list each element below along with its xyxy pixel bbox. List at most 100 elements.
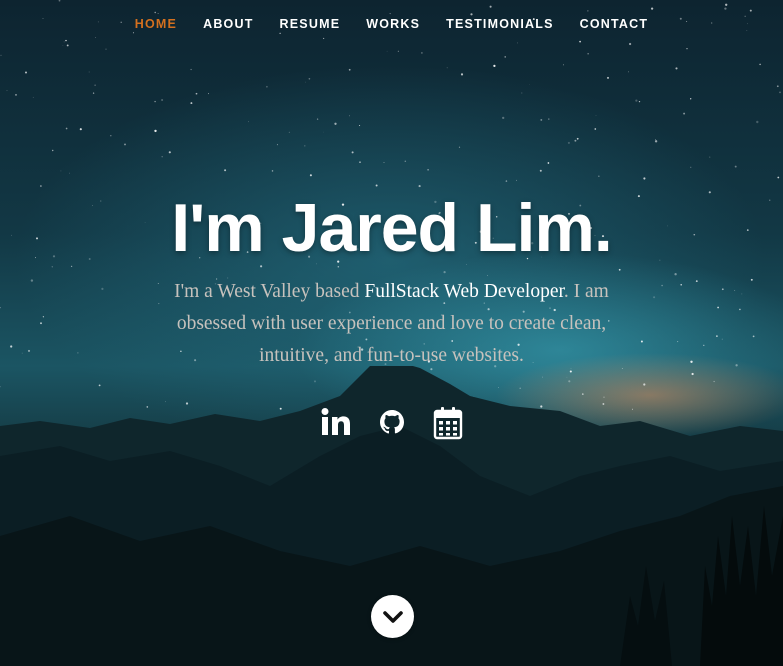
hero-title: I'm Jared Lim. (171, 190, 613, 266)
star (208, 93, 209, 95)
star (734, 165, 737, 168)
star (516, 42, 518, 44)
star (703, 344, 705, 346)
star (493, 64, 496, 68)
star (359, 124, 361, 127)
star (594, 128, 597, 130)
calendar-link[interactable] (433, 406, 463, 440)
star (680, 284, 682, 286)
star (77, 352, 79, 354)
star (21, 352, 23, 354)
star (695, 280, 698, 283)
nav-contact[interactable]: CONTACT (580, 16, 649, 32)
star (677, 341, 679, 343)
star (132, 32, 135, 34)
calendar-icon (433, 407, 462, 440)
star (101, 287, 104, 290)
star (721, 338, 723, 340)
star (42, 316, 45, 318)
star (161, 98, 164, 102)
linkedin-link[interactable] (321, 406, 351, 440)
social-links (0, 406, 783, 440)
star (655, 139, 656, 140)
star (32, 96, 34, 98)
star (460, 73, 464, 76)
star (168, 151, 171, 154)
star (749, 9, 752, 12)
star (27, 349, 31, 352)
star (686, 48, 688, 50)
star (6, 90, 8, 91)
star (190, 102, 193, 105)
star (0, 306, 1, 309)
star (458, 146, 461, 148)
star (752, 335, 755, 338)
star (30, 279, 34, 282)
star (598, 175, 600, 177)
star (95, 37, 97, 38)
star (717, 306, 719, 309)
star (323, 131, 325, 133)
star (190, 68, 192, 71)
star (66, 44, 69, 47)
star (675, 67, 678, 70)
intro-highlight: FullStack Web Developer (364, 281, 564, 302)
star (79, 128, 82, 131)
star (521, 92, 523, 94)
star (40, 322, 42, 325)
star (563, 64, 564, 66)
star (308, 77, 311, 80)
star (716, 335, 718, 337)
nav-resume[interactable]: RESUME (280, 16, 341, 32)
star (779, 91, 781, 94)
star (124, 143, 126, 146)
star (0, 54, 2, 57)
star (359, 161, 361, 163)
nav-testimonials[interactable]: TESTIMONIALS (446, 16, 553, 32)
star (304, 145, 306, 147)
star (288, 131, 291, 134)
star (741, 293, 743, 295)
star (224, 169, 227, 172)
nav-works[interactable]: WORKS (366, 16, 420, 32)
star (418, 185, 421, 188)
star (587, 10, 589, 12)
star (276, 144, 278, 146)
scroll-down-button[interactable] (371, 595, 414, 638)
star (51, 149, 54, 152)
star (69, 172, 70, 174)
star (579, 40, 581, 43)
star (305, 81, 306, 83)
star (640, 340, 643, 343)
main-nav: HOME ABOUT RESUME WORKS TESTIMONIALS CON… (0, 16, 783, 32)
star (15, 94, 17, 96)
star (309, 174, 312, 177)
star (60, 170, 62, 172)
star (446, 67, 448, 69)
star (576, 137, 579, 140)
star (540, 118, 543, 121)
star (58, 0, 61, 2)
star (505, 180, 508, 182)
star (777, 176, 780, 179)
star (88, 71, 90, 73)
star (383, 162, 385, 164)
star (618, 268, 621, 271)
star (567, 141, 570, 144)
star (502, 116, 505, 120)
star (348, 68, 351, 71)
star (271, 170, 274, 172)
star (653, 296, 656, 299)
github-link[interactable] (377, 406, 407, 440)
intro-text-before: I'm a West Valley based (174, 281, 365, 302)
star (721, 288, 724, 291)
nav-about[interactable]: ABOUT (203, 16, 253, 32)
star (654, 140, 658, 143)
star (690, 360, 693, 363)
nav-home[interactable]: HOME (135, 16, 177, 32)
star (266, 85, 268, 88)
star (734, 289, 736, 291)
linkedin-icon (321, 408, 350, 435)
star (750, 278, 753, 281)
star (635, 99, 638, 102)
